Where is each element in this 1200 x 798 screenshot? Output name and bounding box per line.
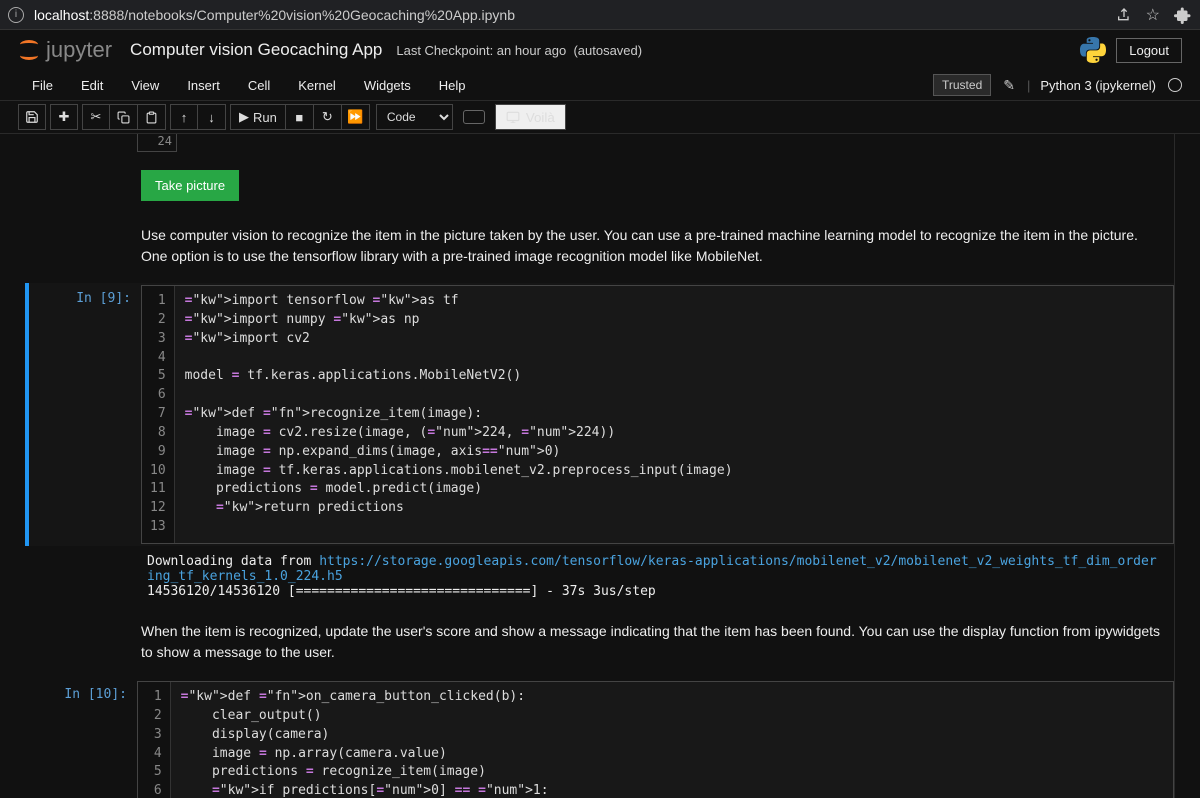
restart-button[interactable]: ↻ bbox=[314, 104, 342, 130]
save-button[interactable] bbox=[18, 104, 46, 130]
voila-button[interactable]: Voilà bbox=[495, 104, 566, 130]
take-picture-button[interactable]: Take picture bbox=[141, 170, 239, 201]
logout-button[interactable]: Logout bbox=[1116, 38, 1182, 63]
extensions-icon[interactable] bbox=[1174, 6, 1192, 24]
menu-help[interactable]: Help bbox=[425, 73, 480, 98]
input-prompt: In [9]: bbox=[29, 283, 141, 546]
menu-widgets[interactable]: Widgets bbox=[350, 73, 425, 98]
menu-insert[interactable]: Insert bbox=[173, 73, 234, 98]
code-editor[interactable]: 1 2 3 4 5 6 7 8 9 10 11 12 13 ="kw">impo… bbox=[141, 285, 1174, 544]
notebook-title[interactable]: Computer vision Geocaching App bbox=[130, 40, 382, 60]
notebook-header: jupyter Computer vision Geocaching App L… bbox=[0, 30, 1200, 70]
share-icon[interactable] bbox=[1116, 7, 1132, 23]
kernel-name[interactable]: Python 3 (ipykernel) bbox=[1036, 78, 1156, 93]
code-editor[interactable]: 1 2 3 4 5 6 7 8 9 10 ="kw">def ="fn">on_… bbox=[137, 681, 1174, 798]
cut-button[interactable]: ✂ bbox=[82, 104, 110, 130]
celltype-select[interactable]: Code bbox=[376, 104, 453, 130]
browser-address-bar: i localhost:8888/notebooks/Computer%20vi… bbox=[0, 0, 1200, 30]
restart-run-all-button[interactable]: ⏩ bbox=[342, 104, 370, 130]
python-icon bbox=[1080, 37, 1106, 63]
cell-output: Downloading data from https://storage.go… bbox=[137, 546, 1174, 607]
code-cell-9[interactable]: In [9]: 1 2 3 4 5 6 7 8 9 10 11 12 13 ="… bbox=[25, 283, 1174, 546]
markdown-cell[interactable]: When the item is recognized, update the … bbox=[141, 621, 1164, 663]
widget-output: Take picture bbox=[141, 152, 1174, 211]
move-up-button[interactable]: ↑ bbox=[170, 104, 198, 130]
menu-kernel[interactable]: Kernel bbox=[284, 73, 350, 98]
run-button[interactable]: ▶ Run bbox=[230, 104, 286, 130]
code-cell-10[interactable]: In [10]: 1 2 3 4 5 6 7 8 9 10 ="kw">def … bbox=[25, 679, 1174, 798]
menu-cell[interactable]: Cell bbox=[234, 73, 284, 98]
markdown-cell[interactable]: Use computer vision to recognize the ite… bbox=[141, 225, 1164, 267]
notebook-container: 24 Take picture Use computer vision to r… bbox=[0, 134, 1200, 798]
gutter-remnant: 24 bbox=[137, 134, 177, 152]
menu-edit[interactable]: Edit bbox=[67, 73, 117, 98]
insert-cell-button[interactable]: ✚ bbox=[50, 104, 78, 130]
star-icon[interactable]: ☆ bbox=[1146, 5, 1160, 25]
paste-button[interactable] bbox=[138, 104, 166, 130]
menu-file[interactable]: File bbox=[18, 73, 67, 98]
url-text[interactable]: localhost:8888/notebooks/Computer%20visi… bbox=[34, 7, 1106, 23]
menubar: File Edit View Insert Cell Kernel Widget… bbox=[0, 70, 1200, 100]
menu-view[interactable]: View bbox=[117, 73, 173, 98]
edit-icon[interactable]: ✎ bbox=[997, 77, 1021, 94]
checkpoint-text: Last Checkpoint: an hour ago (autosaved) bbox=[396, 43, 642, 58]
move-down-button[interactable]: ↓ bbox=[198, 104, 226, 130]
interrupt-button[interactable]: ■ bbox=[286, 104, 314, 130]
trusted-badge[interactable]: Trusted bbox=[933, 74, 991, 96]
jupyter-logo[interactable]: jupyter bbox=[18, 37, 112, 63]
kernel-indicator-icon[interactable] bbox=[1168, 78, 1182, 92]
toolbar: ✚ ✂ ↑ ↓ ▶ Run ■ ↻ ⏩ Code Voilà bbox=[0, 100, 1200, 134]
info-icon[interactable]: i bbox=[8, 7, 24, 23]
input-prompt: In [10]: bbox=[25, 679, 137, 798]
copy-button[interactable] bbox=[110, 104, 138, 130]
command-palette-icon[interactable] bbox=[463, 110, 485, 124]
